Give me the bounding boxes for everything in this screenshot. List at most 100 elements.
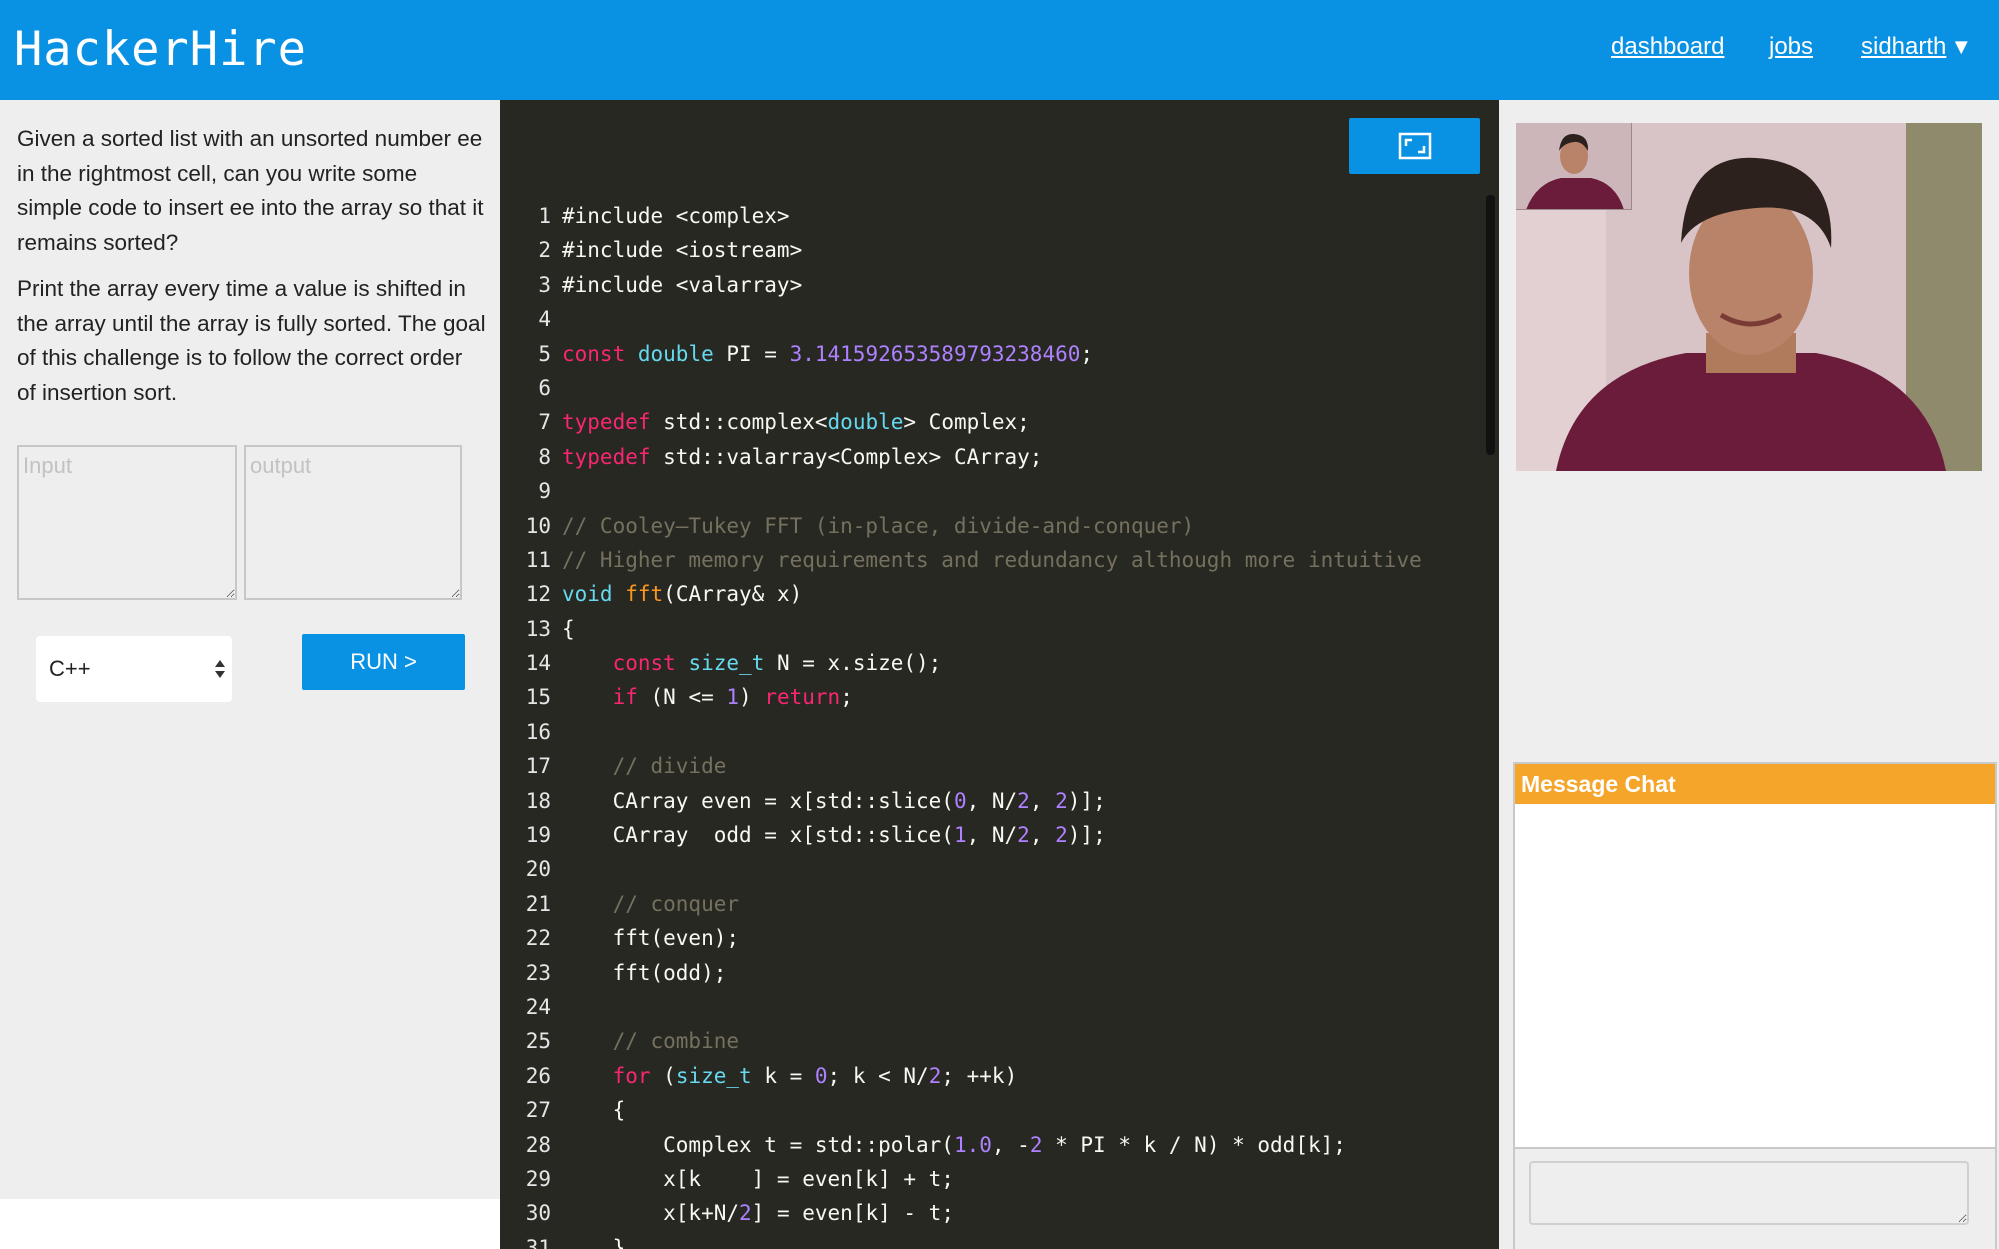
code-text[interactable]: CArray odd = x[std::slice(1, N/2, 2)];: [551, 818, 1106, 852]
code-text[interactable]: // conquer: [551, 887, 739, 921]
code-line[interactable]: 16: [500, 715, 1422, 749]
code-text[interactable]: #include <complex>: [551, 199, 790, 233]
line-number: 28: [525, 1132, 551, 1157]
code-line[interactable]: 7 typedef std::complex<double> Complex;: [500, 405, 1422, 439]
code-line[interactable]: 9: [500, 474, 1422, 508]
code-text[interactable]: void fft(CArray& x): [551, 577, 802, 611]
nav-dashboard-link[interactable]: dashboard: [1611, 33, 1724, 61]
code-line[interactable]: 12 void fft(CArray& x): [500, 577, 1422, 611]
line-number: 6: [538, 375, 551, 400]
code-text[interactable]: fft(odd);: [551, 956, 727, 990]
code-token: 2: [1055, 823, 1068, 848]
code-token: ;: [840, 685, 853, 710]
code-line[interactable]: 15 if (N <= 1) return;: [500, 680, 1422, 714]
code-token: {: [562, 616, 575, 641]
user-menu[interactable]: sidharth ▼: [1861, 33, 1972, 61]
code-line[interactable]: 14 const size_t N = x.size();: [500, 646, 1422, 680]
code-line[interactable]: 23 fft(odd);: [500, 956, 1422, 990]
code-line[interactable]: 28 Complex t = std::polar(1.0, -2 * PI *…: [500, 1128, 1422, 1162]
code-line[interactable]: 26 for (size_t k = 0; k < N/2; ++k): [500, 1059, 1422, 1093]
code-text[interactable]: [551, 852, 562, 886]
code-text[interactable]: Complex t = std::polar(1.0, -2 * PI * k …: [551, 1128, 1346, 1162]
code-text[interactable]: #include <valarray>: [551, 268, 802, 302]
code-line[interactable]: 25 // combine: [500, 1024, 1422, 1058]
code-text[interactable]: typedef std::complex<double> Complex;: [551, 405, 1030, 439]
code-token: ): [739, 685, 765, 710]
code-text[interactable]: // divide: [551, 749, 727, 783]
run-button[interactable]: RUN >: [302, 634, 465, 690]
code-line[interactable]: 10 // Cooley–Tukey FFT (in-place, divide-…: [500, 509, 1422, 543]
line-number: 29: [525, 1166, 551, 1191]
code-text[interactable]: [551, 715, 562, 749]
code-line[interactable]: 19 CArray odd = x[std::slice(1, N/2, 2)]…: [500, 818, 1422, 852]
code-line[interactable]: 29 x[k ] = even[k] + t;: [500, 1162, 1422, 1196]
code-line[interactable]: 8 typedef std::valarray<Complex> CArray;: [500, 440, 1422, 474]
code-text[interactable]: [551, 371, 562, 405]
self-image: [1516, 123, 1631, 209]
code-token: 3.141592653589793238460: [789, 341, 1081, 366]
code-line[interactable]: 18 CArray even = x[std::slice(0, N/2, 2)…: [500, 784, 1422, 818]
code-line[interactable]: 30 x[k+N/2] = even[k] - t;: [500, 1196, 1422, 1230]
code-text[interactable]: }: [551, 1231, 626, 1249]
code-text[interactable]: for (size_t k = 0; k < N/2; ++k): [551, 1059, 1018, 1093]
line-number: 26: [525, 1063, 551, 1088]
user-name: sidharth: [1861, 33, 1947, 60]
chat-title: Message Chat: [1515, 764, 1995, 804]
nav-jobs-link[interactable]: jobs: [1769, 33, 1813, 61]
code-text[interactable]: // combine: [551, 1024, 739, 1058]
code-text[interactable]: CArray even = x[std::slice(0, N/2, 2)];: [551, 784, 1106, 818]
code-line[interactable]: 17 // divide: [500, 749, 1422, 783]
code-text[interactable]: [551, 474, 562, 508]
code-text[interactable]: // Higher memory requirements and redund…: [551, 543, 1422, 577]
language-select[interactable]: C++: [36, 636, 232, 702]
code-line[interactable]: 4: [500, 302, 1422, 336]
line-number: 19: [525, 823, 551, 848]
fullscreen-button[interactable]: [1349, 118, 1480, 174]
interview-panel: Message Chat: [1499, 100, 1999, 1249]
code-line[interactable]: 22 fft(even);: [500, 921, 1422, 955]
code-text[interactable]: const double PI = 3.14159265358979323846…: [551, 337, 1093, 371]
code-line[interactable]: 20: [500, 852, 1422, 886]
app-logo[interactable]: HackerHire: [14, 22, 307, 77]
code-token: ;: [1080, 341, 1094, 366]
code-text[interactable]: [551, 302, 562, 336]
line-number: 3: [538, 272, 551, 297]
code-line[interactable]: 3 #include <valarray>: [500, 268, 1422, 302]
code-text[interactable]: x[k+N/2] = even[k] - t;: [551, 1196, 954, 1230]
code-line[interactable]: 6: [500, 371, 1422, 405]
code-text[interactable]: x[k ] = even[k] + t;: [551, 1162, 954, 1196]
code-text[interactable]: if (N <= 1) return;: [551, 680, 853, 714]
code-text[interactable]: {: [551, 1093, 626, 1127]
code-lines[interactable]: 1 #include <complex> 2 #include <iostream> 3…: [500, 199, 1422, 1249]
code-token: * PI * k / N) * odd[k];: [1042, 1132, 1346, 1157]
code-line[interactable]: 21 // conquer: [500, 887, 1422, 921]
line-number: 11: [525, 547, 551, 572]
chat-input[interactable]: [1529, 1161, 1969, 1225]
code-line[interactable]: 5 const double PI = 3.1415926535897932384…: [500, 337, 1422, 371]
code-line[interactable]: 31 }: [500, 1231, 1422, 1249]
code-text[interactable]: fft(even);: [551, 921, 739, 955]
code-line[interactable]: 13 {: [500, 612, 1422, 646]
line-number: 1: [538, 204, 551, 228]
code-text[interactable]: // Cooley–Tukey FFT (in-place, divide-an…: [551, 509, 1194, 543]
code-token: // conquer: [612, 891, 740, 916]
code-text[interactable]: #include <iostream>: [551, 233, 802, 267]
code-line[interactable]: 11 // Higher memory requirements and redu…: [500, 543, 1422, 577]
line-number: 20: [525, 857, 551, 882]
editor-scrollbar[interactable]: [1486, 195, 1495, 455]
code-text[interactable]: {: [551, 612, 575, 646]
chat-log: [1515, 804, 1995, 1149]
code-line[interactable]: 27 {: [500, 1093, 1422, 1127]
code-line[interactable]: 24: [500, 990, 1422, 1024]
code-editor[interactable]: 1 #include <complex> 2 #include <iostream> 3…: [500, 100, 1499, 1249]
code-line[interactable]: 1 #include <complex>: [500, 199, 1422, 233]
code-text[interactable]: const size_t N = x.size();: [551, 646, 942, 680]
output-field[interactable]: [244, 445, 462, 600]
input-field[interactable]: [17, 445, 237, 600]
code-text[interactable]: typedef std::valarray<Complex> CArray;: [551, 440, 1042, 474]
code-text[interactable]: [551, 990, 562, 1024]
code-line[interactable]: 2 #include <iostream>: [500, 233, 1422, 267]
